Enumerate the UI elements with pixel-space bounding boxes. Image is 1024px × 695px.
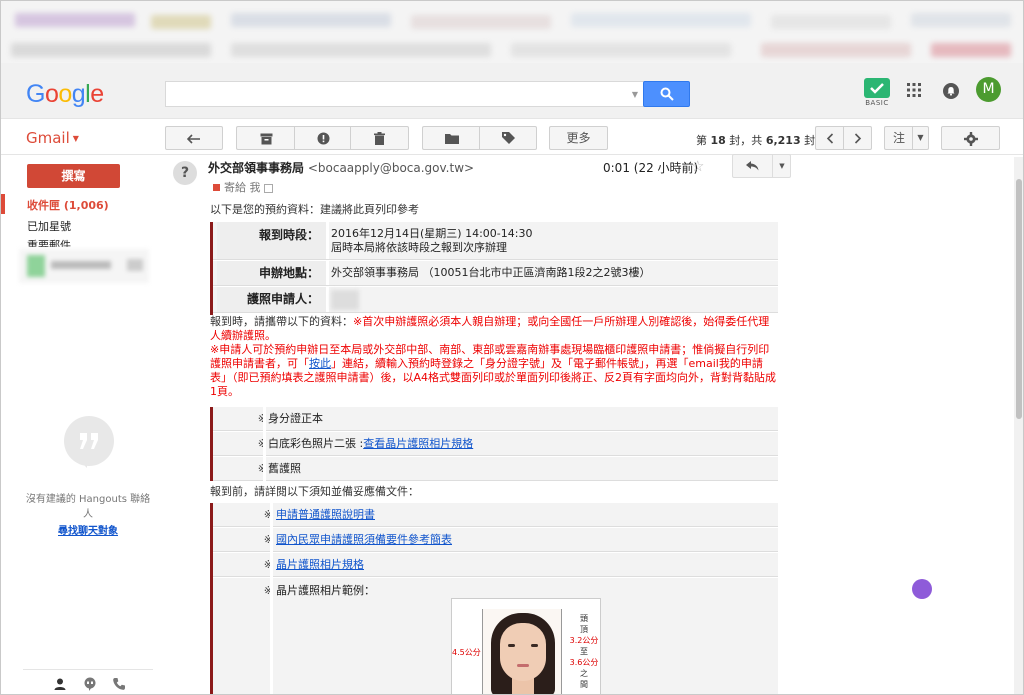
report-spam-button[interactable] [294,126,351,150]
chip-photo-spec-link[interactable]: 晶片護照相片規格 [276,558,364,572]
row-value: 外交部領事事務局 （10051台北市中正區濟南路1段2之2號3樓） [331,266,651,279]
sender-name[interactable]: 外交部領事事務局 [208,161,304,175]
label-tag-icon [501,132,515,144]
input-tools-dropdown[interactable]: ▼ [912,126,929,150]
lock-icon [213,184,220,191]
archive-button[interactable] [236,126,295,150]
before-text: 報到前，請詳閱以下須知並備妥應備文件： [210,485,419,498]
reply-arrow-icon [746,161,759,171]
watermark-logo [909,579,935,607]
dropdown-caret-icon: ▼ [72,134,79,143]
sidebar-footer [23,669,153,694]
settings-button[interactable] [941,126,1000,150]
folder-icon [444,134,459,144]
search-options-icon[interactable]: ▼ [632,90,638,99]
find-chat-link[interactable]: 尋找聊天對象 [23,522,153,537]
passport-photo-example: 4.5公分 頭 頂 3.2公分 至 3.6公分 之 間 [451,598,601,694]
table-row: ※ 申請普通護照說明書 [213,503,778,527]
sender-email: <bocaapply@boca.gov.tw> [307,161,475,175]
labels-button[interactable] [479,126,537,150]
blurred-applicant-name [331,290,359,310]
table-row: ※ 舊護照 [213,457,778,481]
gear-icon [963,131,978,146]
inbox-active-indicator [1,194,5,214]
message-time: 0:01 (22 小時前) [603,161,699,175]
back-arrow-icon [186,133,200,144]
compose-button[interactable]: 撰寫 [27,164,120,188]
star-icon[interactable]: ☆ [691,157,704,175]
documents-table: ※ 身分證正本 ※ 白底彩色照片二張 :查看晶片護照相片規格 ※ 舊護照 [210,407,778,481]
row-value: 2016年12月14日(星期三) 14:00-14:30 屆時本局將依該時段之報到… [331,227,533,254]
account-avatar[interactable]: M [976,77,1001,102]
report-spam-icon [317,132,329,145]
trash-icon [374,132,385,145]
google-logo[interactable]: Google [26,80,104,109]
row-label: 報到時段： [217,222,327,259]
recipient-line: 寄給 我 [213,179,273,195]
blurred-sidebar-items [19,249,149,283]
sidebar-item-starred[interactable]: 已加星號 [27,218,71,234]
pager-text: 第 18 封，共 6,213 封 [696,134,816,147]
calendar-check-icon [864,78,890,98]
chevron-down-icon: ▼ [917,133,924,142]
gmail-window: Google ▼ BASIC M Gmail ▼ 更多 第 18 封，共 6,2… [0,0,1024,695]
table-row: ※ 白底彩色照片二張 :查看晶片護照相片規格 [213,432,778,456]
table-row: 申辦地點： 外交部領事事務局 （10051台北市中正區濟南路1段2之2號3樓） [213,261,778,286]
older-button[interactable] [843,126,872,150]
notice-text: 報到時，請攜帶以下的資料：※首次申辦護照必須本人親自辦理；或向全國任一戶所辦理人… [210,315,777,398]
table-row: 報到時段： 2016年12月14日(星期三) 14:00-14:30 屆時本局將依… [213,222,778,260]
input-tools-button[interactable]: 注 [884,126,913,150]
action-toolbar: Gmail ▼ 更多 第 18 封，共 6,213 封 注 ▼ [1,119,1023,155]
passport-guide-link[interactable]: 申請普通護照說明書 [276,508,375,522]
reply-button[interactable] [733,155,772,177]
table-row: ※ 國內民眾申請護照須備要件參考簡表 [213,528,778,552]
basic-label: BASIC [865,99,889,107]
scrollbar-thumb[interactable] [1016,179,1022,419]
search-input[interactable]: ▼ [165,81,645,107]
delete-button[interactable] [350,126,409,150]
search-icon [660,87,674,101]
more-button[interactable]: 更多 [549,126,608,150]
blurred-browser-bar [1,1,1023,63]
gmail-menu[interactable]: Gmail ▼ [26,129,79,147]
chevron-down-icon: ▼ [779,162,785,170]
newer-button[interactable] [815,126,844,150]
sidebar-item-important[interactable]: 重要郵件 [27,237,71,247]
print-form-link[interactable]: 按此 [309,357,331,370]
hangouts-empty-text: 沒有建議的 Hangouts 聯絡人 [25,494,151,520]
gmail-header: Google ▼ BASIC [1,63,1023,119]
table-row: ※ 晶片護照相片規格 [213,553,778,577]
appointment-table: 報到時段： 2016年12月14日(星期三) 14:00-14:30 屆時本局將依… [210,222,778,315]
chevron-right-icon [854,133,861,144]
main-scrollbar[interactable] [1014,157,1023,694]
hangouts-quote-icon [64,416,114,468]
sender-line: 外交部領事事務局 <bocaapply@boca.gov.tw> [208,159,474,176]
sidebar-item-inbox[interactable]: 收件匣 (1,006) [27,197,109,213]
more-actions-dropdown[interactable]: ▼ [773,155,791,177]
requirements-table-link[interactable]: 國內民眾申請護照須備要件參考簡表 [276,533,452,547]
archive-icon [260,133,272,144]
table-row: 護照申請人： [213,287,778,313]
move-to-button[interactable] [422,126,480,150]
row-label: 護照申請人： [217,287,327,312]
notifications-bell-icon[interactable] [943,83,959,99]
chevron-left-icon [826,133,834,144]
intro-text: 以下是您的預約資料：建議將此頁列印參考 [210,203,419,216]
phone-icon[interactable] [112,676,126,690]
details-dropdown-icon[interactable] [263,183,273,193]
photo-spec-link[interactable]: 查看晶片護照相片規格 [363,437,473,450]
table-row: ※ 身分證正本 [213,407,778,431]
hangouts-chat-icon[interactable] [83,676,97,691]
search-button[interactable] [643,81,690,107]
apps-grid-icon[interactable] [907,83,921,97]
sender-avatar: ? [173,161,197,185]
reply-button-group: ▼ [732,154,791,178]
row-label: 申辦地點： [217,261,327,285]
basic-badge[interactable]: BASIC [863,78,891,110]
contacts-person-icon[interactable] [53,676,67,690]
back-button[interactable] [165,126,223,150]
